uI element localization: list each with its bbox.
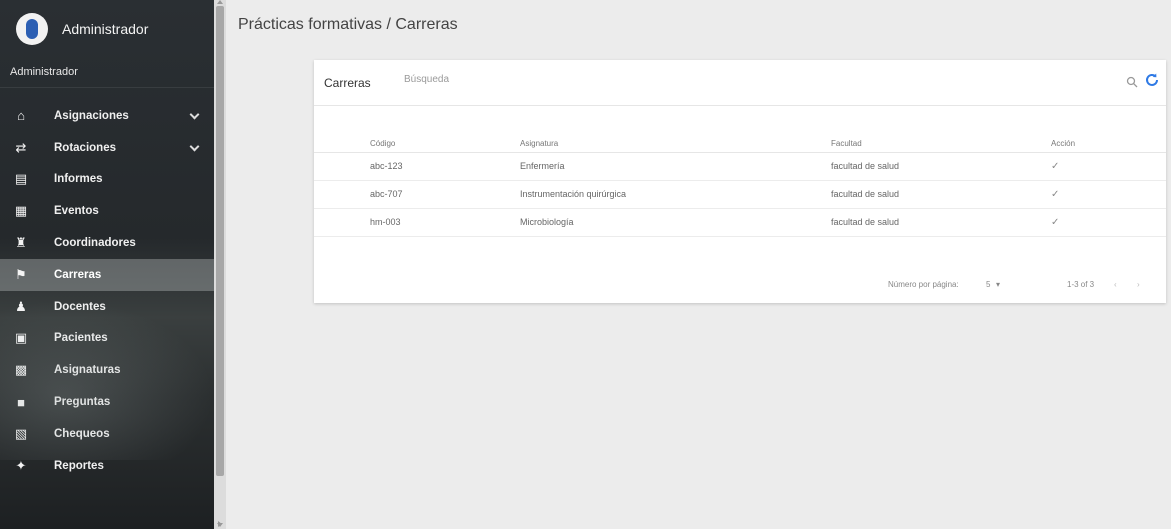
scrollbar-thumb[interactable] <box>216 6 224 476</box>
chevron-down-icon[interactable] <box>189 141 200 152</box>
cell-faculty: facultad de salud <box>831 152 1051 181</box>
calendar-icon: ▦ <box>14 203 28 219</box>
sidebar-item-asignaciones[interactable]: ⌂ Asignaciones <box>0 100 214 132</box>
page-range: 1-3 of 3 <box>1067 280 1095 289</box>
refresh-icon[interactable] <box>1144 72 1160 88</box>
report-icon: ▤ <box>14 171 28 187</box>
card-header: Carreras <box>314 60 1166 106</box>
chevron-down-icon[interactable]: ▾ <box>996 280 1000 289</box>
careers-table: Código Asignatura Facultad Acción abc-12… <box>314 136 1166 237</box>
next-page-button[interactable]: › <box>1137 280 1140 289</box>
question-icon: ■ <box>17 394 25 410</box>
breadcrumb: Prácticas formativas / Carreras <box>238 16 458 33</box>
cell-subject: Enfermería <box>520 152 831 181</box>
check-icon[interactable]: ✓ <box>1051 217 1059 228</box>
rotations-icon: ⇄ <box>15 139 27 155</box>
patient-icon: ▣ <box>14 330 28 346</box>
column-header-subject[interactable]: Asignatura <box>520 136 831 153</box>
search-icon[interactable] <box>1126 76 1140 90</box>
column-header-faculty[interactable]: Facultad <box>831 136 1051 153</box>
column-header-action: Acción <box>1051 136 1166 153</box>
sidebar-user-name: Administrador <box>62 21 149 37</box>
card-title: Carreras <box>324 76 371 90</box>
rows-per-page-select[interactable]: 5 <box>986 280 990 289</box>
main-content: Prácticas formativas / Carreras Carreras… <box>226 0 1171 529</box>
sidebar-item-coordinadores[interactable]: ♜ Coordinadores <box>0 227 214 259</box>
column-header-code[interactable]: Código <box>314 136 520 153</box>
sidebar-item-eventos[interactable]: ▦ Eventos <box>0 195 214 227</box>
prev-page-button[interactable]: ‹ <box>1114 280 1117 289</box>
checklist-icon: ▧ <box>14 425 28 441</box>
cell-subject: Microbiología <box>520 208 831 237</box>
sidebar-item-chequeos[interactable]: ▧ Chequeos <box>0 418 214 450</box>
sidebar-item-pacientes[interactable]: ▣ Pacientes <box>0 323 214 355</box>
sidebar-item-informes[interactable]: ▤ Informes <box>0 164 214 196</box>
cell-code: abc-707 <box>314 180 520 209</box>
cell-subject: Instrumentación quirúrgica <box>520 180 831 209</box>
table-row[interactable]: abc-123 Enfermería facultad de salud ✓ <box>314 152 1166 181</box>
teacher-icon: ♟ <box>15 298 27 314</box>
sidebar-item-label: Preguntas <box>54 396 111 409</box>
sidebar-item-asignaturas[interactable]: ▩ Asignaturas <box>0 354 214 386</box>
cell-code: hm-003 <box>314 208 520 237</box>
search-input[interactable] <box>404 74 1044 85</box>
cell-code: abc-123 <box>314 152 520 181</box>
table-header-row: Código Asignatura Facultad Acción <box>314 136 1166 153</box>
sidebar-item-label: Rotaciones <box>54 141 116 154</box>
sidebar-item-label: Asignaturas <box>54 364 121 377</box>
reports-icon: ✦ <box>15 457 27 473</box>
sidebar-item-label: Reportes <box>54 459 104 472</box>
scroll-up-icon[interactable] <box>217 0 223 4</box>
rows-per-page-label: Número por página: <box>888 280 959 289</box>
careers-card: Carreras Código Asignatura Facultad Acci… <box>314 60 1166 303</box>
sidebar-item-label: Docentes <box>54 300 106 313</box>
sidebar-item-carreras[interactable]: ⚑ Carreras <box>0 258 214 291</box>
sidebar-header: Administrador <box>0 0 214 58</box>
sidebar-item-reportes[interactable]: ✦ Reportes <box>0 450 214 482</box>
home-icon: ⌂ <box>17 108 25 124</box>
sidebar-item-label: Eventos <box>54 205 99 218</box>
sidebar-scrollbar[interactable] <box>214 0 226 529</box>
sidebar-user-role: Administrador <box>0 58 214 88</box>
sidebar-item-rotaciones[interactable]: ⇄ Rotaciones <box>0 132 214 164</box>
subjects-icon: ▩ <box>14 362 28 378</box>
sidebar-item-label: Pacientes <box>54 332 108 345</box>
sidebar-menu: ⌂ Asignaciones ⇄ Rotaciones ▤ Informes ▦ Evento… <box>0 100 214 482</box>
avatar[interactable] <box>16 13 48 45</box>
chevron-down-icon[interactable] <box>189 109 200 120</box>
career-icon: ⚑ <box>15 266 27 282</box>
pagination: Número por página: 5 ▾ 1-3 of 3 ‹ › <box>314 276 1166 296</box>
cell-faculty: facultad de salud <box>831 208 1051 237</box>
sidebar-item-preguntas[interactable]: ■ Preguntas <box>0 386 214 418</box>
sidebar-item-label: Asignaciones <box>54 109 129 122</box>
sidebar-item-label: Chequeos <box>54 427 110 440</box>
sidebar-item-label: Carreras <box>54 268 102 281</box>
check-icon[interactable]: ✓ <box>1051 161 1059 172</box>
cell-faculty: facultad de salud <box>831 180 1051 209</box>
sidebar-item-docentes[interactable]: ♟ Docentes <box>0 291 214 323</box>
sidebar-item-label: Coordinadores <box>54 237 136 250</box>
table-row[interactable]: hm-003 Microbiología facultad de salud ✓ <box>314 208 1166 237</box>
coordinators-icon: ♜ <box>15 235 27 251</box>
scroll-right-icon[interactable] <box>218 521 222 527</box>
sidebar: Administrador Administrador ⌂ Asignacione… <box>0 0 214 529</box>
sidebar-item-label: Informes <box>54 173 103 186</box>
table-row[interactable]: abc-707 Instrumentación quirúrgica facul… <box>314 180 1166 209</box>
check-icon[interactable]: ✓ <box>1051 189 1059 200</box>
